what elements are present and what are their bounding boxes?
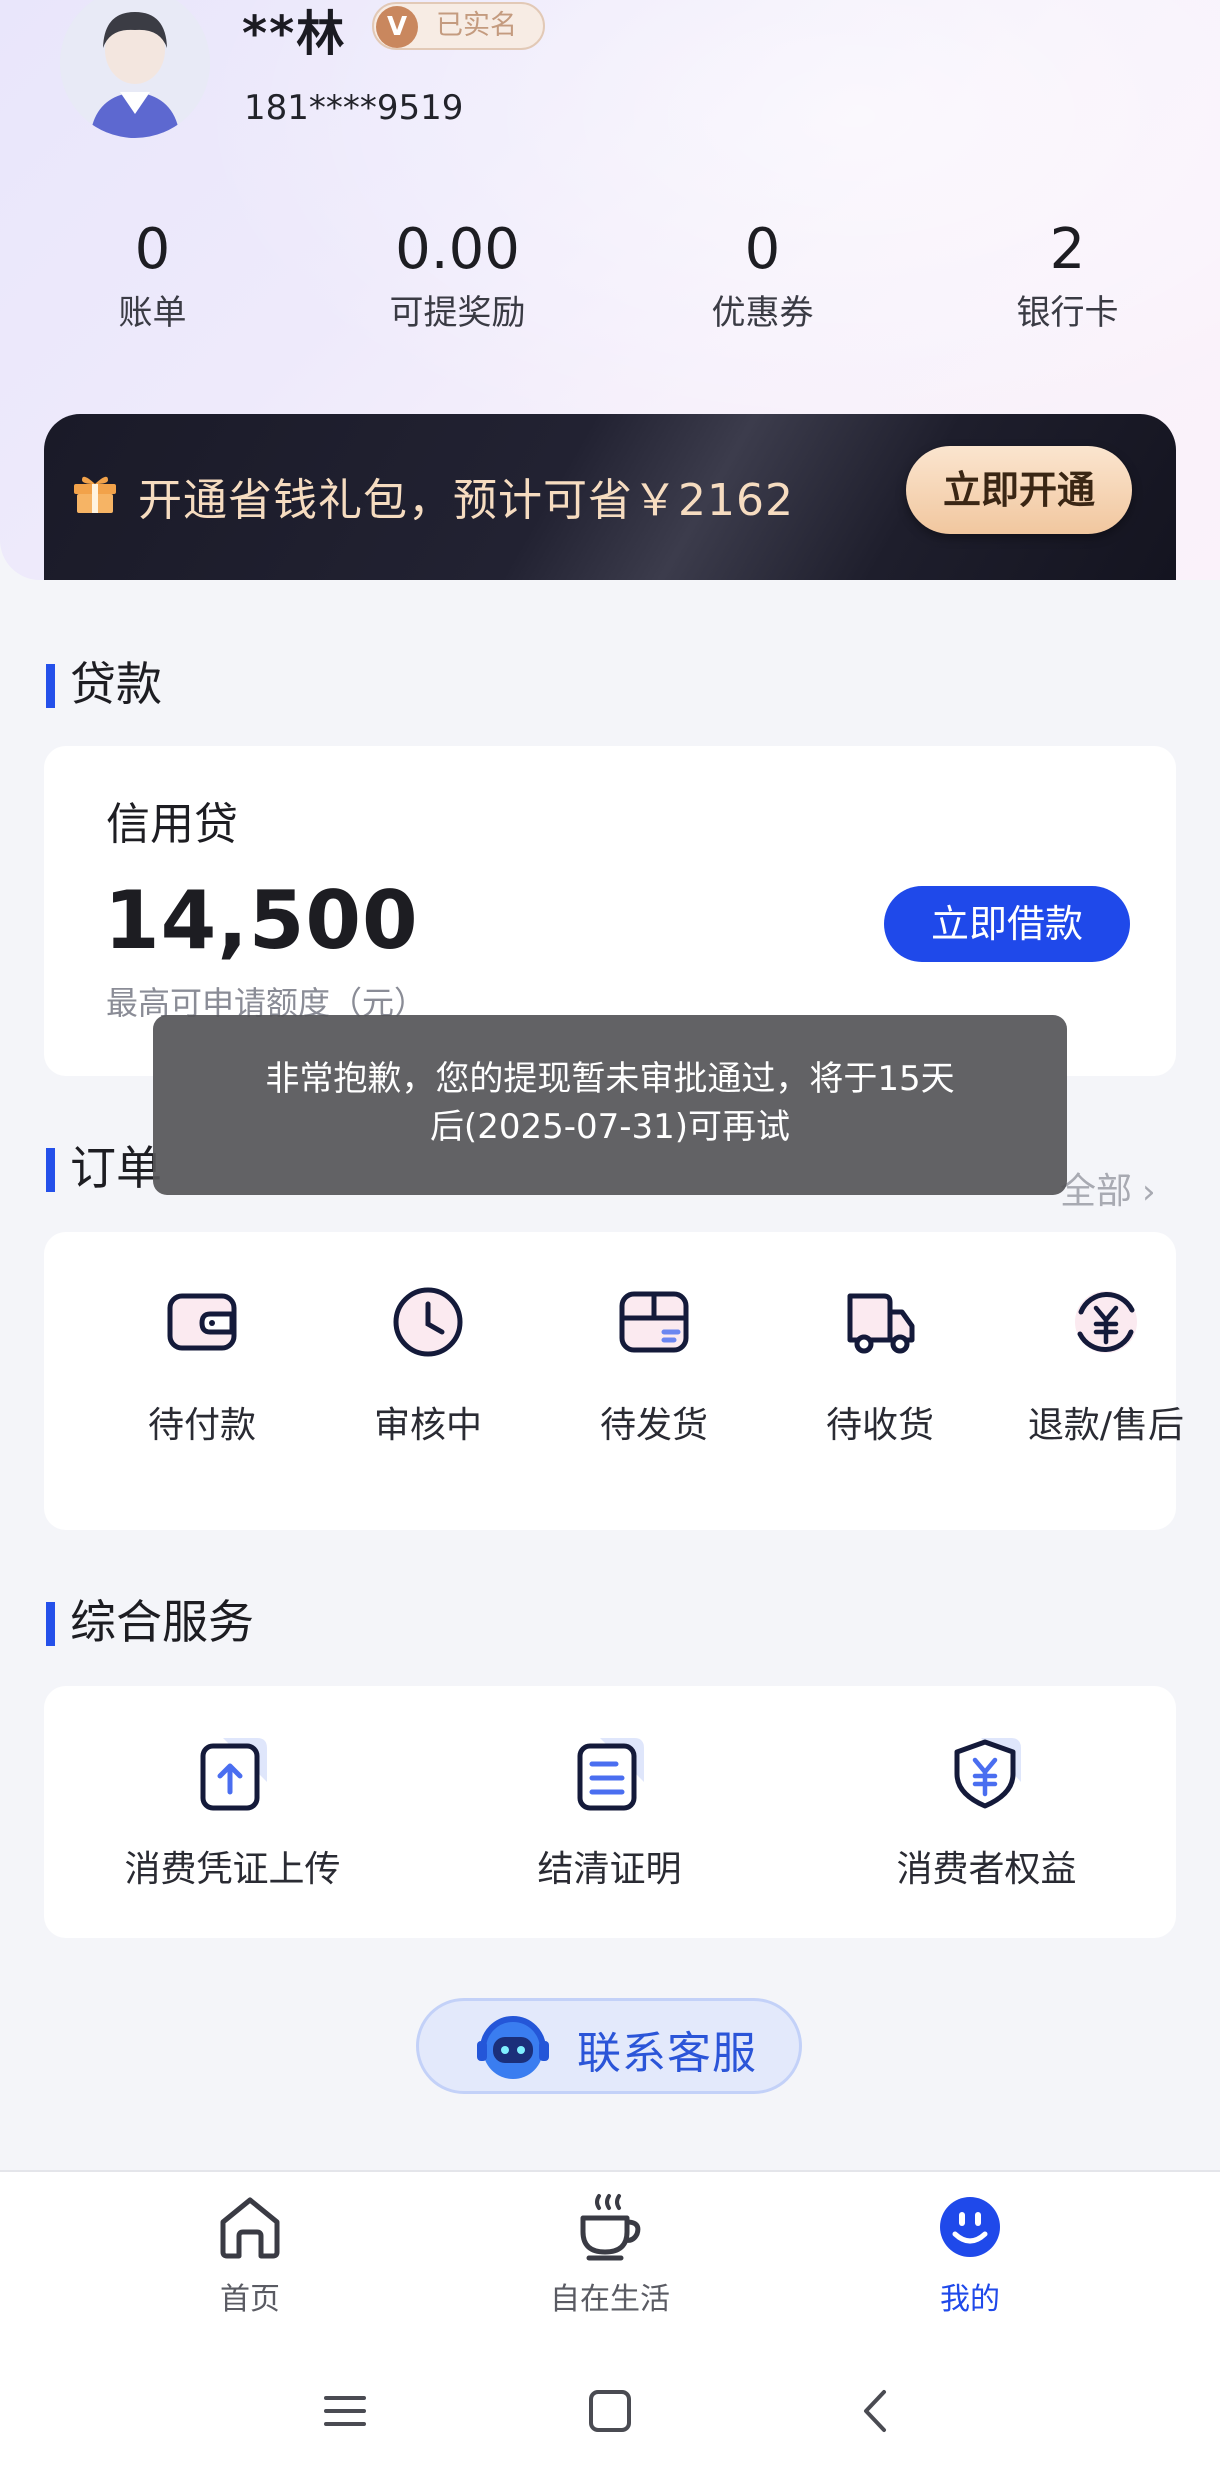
tab-life[interactable]: 自在生活 bbox=[510, 2192, 710, 2318]
service-consumer-rights[interactable]: 消费者权益 bbox=[798, 1732, 1175, 1892]
refund-icon bbox=[1075, 1291, 1137, 1353]
services-section-title: 综合服务 bbox=[46, 1592, 254, 1652]
order-to-ship[interactable]: 待发货 bbox=[541, 1282, 767, 1448]
promo-text: 开通省钱礼包，预计可省￥2162 bbox=[138, 475, 794, 526]
tab-home[interactable]: 首页 bbox=[150, 2192, 350, 2318]
wallet-icon bbox=[167, 1293, 237, 1351]
service-label: 消费者权益 bbox=[896, 1849, 1077, 1890]
gift-icon bbox=[74, 476, 116, 513]
upload-document-icon bbox=[200, 1738, 267, 1811]
orders-card: 待付款 审核中 待发货 待收货 退款/售后 bbox=[44, 1232, 1184, 1530]
verified-badge-label: 已实名 bbox=[436, 10, 517, 41]
order-label: 待收货 bbox=[825, 1405, 934, 1446]
service-label: 结清证明 bbox=[537, 1849, 682, 1890]
savings-pack-banner[interactable]: 开通省钱礼包，预计可省￥2162 立即开通 bbox=[44, 414, 1176, 580]
stat-label: 银行卡 bbox=[1016, 293, 1119, 333]
customer-service-label: 联系客服 bbox=[577, 2028, 757, 2079]
package-icon bbox=[619, 1291, 689, 1353]
stat-value: 2 bbox=[1049, 217, 1086, 282]
verified-badge: V 已实名 bbox=[372, 2, 545, 50]
activate-now-button[interactable]: 立即开通 bbox=[906, 446, 1132, 534]
loan-product-title: 信用贷 bbox=[106, 799, 238, 850]
service-settlement-certificate[interactable]: 结清证明 bbox=[421, 1732, 798, 1892]
stat-value: 0 bbox=[744, 217, 781, 282]
order-label: 待发货 bbox=[599, 1405, 708, 1446]
tab-label: 自在生活 bbox=[550, 2282, 670, 2317]
v-badge-icon: V bbox=[376, 6, 418, 48]
order-to-receive[interactable]: 待收货 bbox=[767, 1282, 993, 1448]
borrow-now-button[interactable]: 立即借款 bbox=[884, 886, 1130, 962]
view-all-label: 全部 bbox=[1060, 1171, 1133, 1212]
chevron-right-icon: › bbox=[1142, 1172, 1156, 1212]
truck-icon bbox=[847, 1293, 915, 1354]
stat-rewards[interactable]: 0.00 可提奖励 bbox=[305, 212, 610, 338]
order-label: 待付款 bbox=[147, 1405, 256, 1446]
services-card: 消费凭证上传 结清证明 消费者权益 bbox=[44, 1686, 1176, 1938]
phone-number: 181****9519 bbox=[244, 88, 464, 128]
loan-section-title: 贷款 bbox=[46, 654, 162, 714]
withdrawal-rejected-toast: 非常抱歉，您的提现暂未审批通过，将于15天 后(2025-07-31)可再试 bbox=[153, 1015, 1067, 1195]
square-home-icon[interactable] bbox=[585, 2386, 635, 2436]
stat-value: 0 bbox=[134, 217, 171, 282]
bottom-tab-bar: 首页 自在生活 我的 bbox=[0, 2170, 1220, 2340]
my-profile-page: **林 V 已实名 181****9519 0 账单 0.00 可提奖励 0 优… bbox=[0, 0, 1220, 2481]
orders-section-title: 订单 bbox=[46, 1138, 162, 1198]
tab-mine[interactable]: 我的 bbox=[870, 2192, 1070, 2318]
stat-label: 账单 bbox=[118, 293, 187, 333]
home-icon bbox=[220, 2197, 280, 2259]
certificate-document-icon bbox=[577, 1738, 644, 1811]
loan-amount: 14,500 bbox=[104, 874, 419, 967]
order-label: 退款/售后 bbox=[1027, 1405, 1185, 1446]
stat-value: 0.00 bbox=[395, 217, 520, 282]
user-name: **林 bbox=[242, 6, 347, 62]
clock-icon bbox=[393, 1287, 463, 1357]
contact-customer-service-button[interactable]: 联系客服 bbox=[416, 1998, 802, 2094]
shield-yuan-icon bbox=[954, 1738, 1021, 1809]
stat-label: 优惠券 bbox=[711, 293, 814, 333]
toast-line-2: 后(2025-07-31)可再试 bbox=[429, 1107, 791, 1147]
view-all-orders-link[interactable]: 全部 › bbox=[1060, 1162, 1156, 1214]
order-refund-aftersales[interactable]: 退款/售后 bbox=[993, 1282, 1219, 1448]
tab-label: 首页 bbox=[220, 2282, 280, 2317]
coffee-cup-icon bbox=[580, 2194, 641, 2261]
smiley-icon bbox=[940, 2197, 1000, 2257]
toast-line-1: 非常抱歉，您的提现暂未审批通过，将于15天 bbox=[265, 1059, 955, 1099]
stats-row: 0 账单 0.00 可提奖励 0 优惠券 2 银行卡 bbox=[0, 212, 1220, 352]
order-pending-payment[interactable]: 待付款 bbox=[89, 1282, 315, 1448]
order-under-review[interactable]: 审核中 bbox=[315, 1282, 541, 1448]
order-label: 审核中 bbox=[373, 1405, 482, 1446]
service-receipt-upload[interactable]: 消费凭证上传 bbox=[44, 1732, 421, 1892]
system-navigation-bar bbox=[0, 2340, 1220, 2481]
stat-bills[interactable]: 0 账单 bbox=[0, 212, 305, 338]
menu-icon[interactable] bbox=[320, 2386, 370, 2436]
stat-coupons[interactable]: 0 优惠券 bbox=[610, 212, 915, 338]
back-chevron-icon[interactable] bbox=[852, 2386, 902, 2436]
stat-bank-cards[interactable]: 2 银行卡 bbox=[915, 212, 1220, 338]
tab-label: 我的 bbox=[940, 2282, 1000, 2317]
stat-label: 可提奖励 bbox=[389, 293, 526, 333]
service-label: 消费凭证上传 bbox=[124, 1849, 341, 1890]
robot-agent-icon bbox=[477, 2016, 549, 2079]
